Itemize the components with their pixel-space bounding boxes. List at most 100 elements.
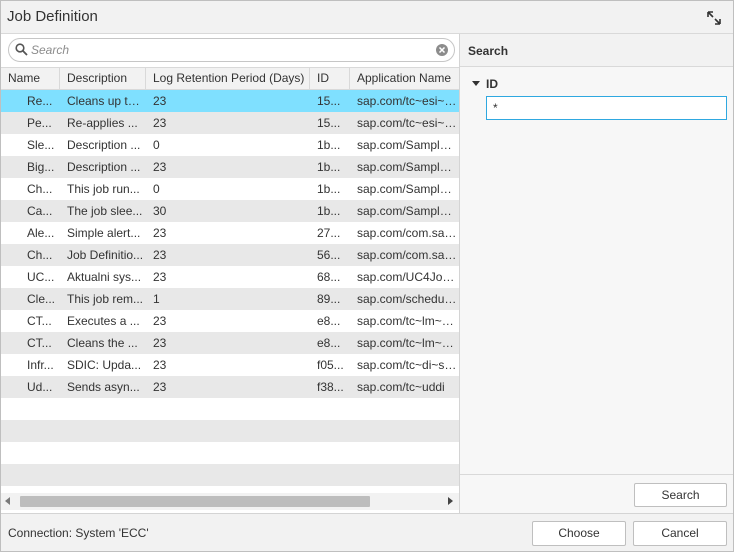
table-cell: 23 (153, 314, 167, 328)
table-cell: Sends asyn... (67, 380, 140, 394)
table-row[interactable]: Re... Cleans up th... 23 15... sap.com/tc~es… (1, 90, 459, 112)
id-input[interactable] (486, 96, 727, 120)
cancel-button[interactable]: Cancel (633, 521, 727, 546)
table-cell: Pe... (27, 116, 52, 130)
column-header-name[interactable]: Name (1, 68, 60, 90)
search-button[interactable]: Search (634, 483, 727, 507)
table-cell: 1 (153, 292, 160, 306)
table-row[interactable]: Ch... This job run... 0 1b... sap.com/Sample… (1, 178, 459, 200)
table-cell: 30 (153, 204, 167, 218)
table-cell: Big... (27, 160, 55, 174)
table-row[interactable]: Ch... Job Definitio... 23 56... sap.com/com.… (1, 244, 459, 266)
table-cell: sap.com/tc~lm~ctc... (357, 314, 459, 328)
table-cell: f05... (317, 358, 344, 372)
table-cell: Job Definitio... (67, 248, 144, 262)
dialog-title: Job Definition (7, 8, 98, 25)
choose-button[interactable]: Choose (532, 521, 626, 546)
table-row[interactable]: Cle... This job rem... 1 89... sap.com/sched… (1, 288, 459, 310)
empty-row (1, 464, 459, 486)
table-cell: 0 (153, 138, 160, 152)
table-row[interactable]: UC... Aktualni sys... 23 68... sap.com/UC4Jo… (1, 266, 459, 288)
empty-row (1, 442, 459, 464)
table-cell: CT... (27, 336, 52, 350)
column-header-application-name[interactable]: Application Name (350, 68, 459, 90)
title-bar: Job Definition (1, 1, 733, 34)
scroll-left-icon[interactable] (5, 497, 10, 505)
table-row[interactable]: Pe... Re-applies ... 23 15... sap.com/tc~esi… (1, 112, 459, 134)
table-cell: UC... (27, 270, 55, 284)
clear-icon[interactable] (435, 43, 449, 57)
table-cell: 23 (153, 226, 167, 240)
table-cell: Ch... (27, 182, 53, 196)
table-cell: 23 (153, 358, 167, 372)
table-cell: Simple alert... (67, 226, 141, 240)
table-row[interactable]: Infr... SDIC: Upda... 23 f05... sap.com/tc~d… (1, 354, 459, 376)
table-cell: f38... (317, 380, 344, 394)
table-cell: Cleans up th... (67, 94, 145, 108)
table-cell: sap.com/SampleJo... (357, 204, 459, 218)
table-row[interactable]: Ale... Simple alert... 23 27... sap.com/com.… (1, 222, 459, 244)
table-header: Name Description Log Retention Period (D… (1, 67, 459, 90)
table-cell: 0 (153, 182, 160, 196)
table-cell: Executes a ... (67, 314, 140, 328)
table-cell: Ud... (27, 380, 53, 394)
table-row[interactable]: Big... Description ... 23 1b... sap.com/Samp… (1, 156, 459, 178)
table-cell: sap.com/SampleJo... (357, 160, 459, 174)
table-cell: Cleans the ... (67, 336, 138, 350)
column-header-id[interactable]: ID (310, 68, 350, 90)
table-cell: sap.com/SampleJo... (357, 182, 459, 196)
table-row[interactable]: Sle... Description ... 0 1b... sap.com/Sampl… (1, 134, 459, 156)
table-cell: sap.com/SampleJo... (357, 138, 459, 152)
table-cell: 23 (153, 270, 167, 284)
search-field[interactable] (8, 38, 455, 62)
scroll-right-icon[interactable] (448, 497, 453, 505)
table-cell: This job rem... (67, 292, 144, 306)
column-header-log-retention[interactable]: Log Retention Period (Days) (146, 68, 310, 90)
column-header-description[interactable]: Description (60, 68, 146, 90)
table-cell: Description ... (67, 160, 141, 174)
table-cell: e8... (317, 314, 341, 328)
id-section-label: ID (486, 77, 498, 91)
table-body: Re... Cleans up th... 23 15... sap.com/tc~es… (1, 90, 459, 490)
table-cell: 56... (317, 248, 341, 262)
table-cell: 1b... (317, 182, 341, 196)
table-cell: sap.com/tc~uddi (357, 380, 445, 394)
search-panel-footer: Search (460, 474, 733, 513)
table-cell: sap.com/com.sap.... (357, 226, 459, 240)
table-cell: Ca... (27, 204, 53, 218)
table-cell: sap.com/UC4JobP... (357, 270, 459, 284)
table-cell: sap.com/com.sap.lc... (357, 248, 459, 262)
search-icon (15, 43, 28, 56)
table-cell: CT... (27, 314, 52, 328)
table-cell: 23 (153, 380, 167, 394)
search-panel-header: Search (460, 34, 733, 67)
table-cell: 1b... (317, 138, 341, 152)
table-cell: sap.com/tc~esi~ud... (357, 116, 459, 130)
table-cell: Aktualni sys... (67, 270, 142, 284)
search-input[interactable] (31, 42, 431, 58)
table-cell: Sle... (27, 138, 55, 152)
table-cell: e8... (317, 336, 341, 350)
connection-status: Connection: System 'ECC' (8, 526, 149, 540)
table-row[interactable]: Ud... Sends asyn... 23 f38... sap.com/tc~udd… (1, 376, 459, 398)
table-cell: sap.com/schedule... (357, 292, 459, 306)
empty-row (1, 420, 459, 442)
table-cell: Ch... (27, 248, 53, 262)
dialog-footer: Connection: System 'ECC' Choose Cancel (1, 513, 733, 551)
search-panel-title: Search (468, 44, 509, 58)
caret-down-icon[interactable] (472, 81, 480, 86)
results-pane: Name Description Log Retention Period (D… (1, 34, 459, 513)
horizontal-scrollbar[interactable] (1, 493, 459, 510)
table-cell: 23 (153, 160, 167, 174)
table-cell: sap.com/tc~di~sdi... (357, 358, 459, 372)
table-row[interactable]: CT... Cleans the ... 23 e8... sap.com/tc~lm~… (1, 332, 459, 354)
expand-icon[interactable] (705, 9, 723, 27)
table-cell: 27... (317, 226, 341, 240)
table-row[interactable]: CT... Executes a ... 23 e8... sap.com/tc~lm~… (1, 310, 459, 332)
table-cell: 1b... (317, 204, 341, 218)
table-cell: Cle... (27, 292, 56, 306)
table-row[interactable]: Ca... The job slee... 30 1b... sap.com/Sampl… (1, 200, 459, 222)
scrollbar-thumb[interactable] (20, 496, 370, 507)
table-cell: Re-applies ... (67, 116, 138, 130)
table-cell: 1b... (317, 160, 341, 174)
